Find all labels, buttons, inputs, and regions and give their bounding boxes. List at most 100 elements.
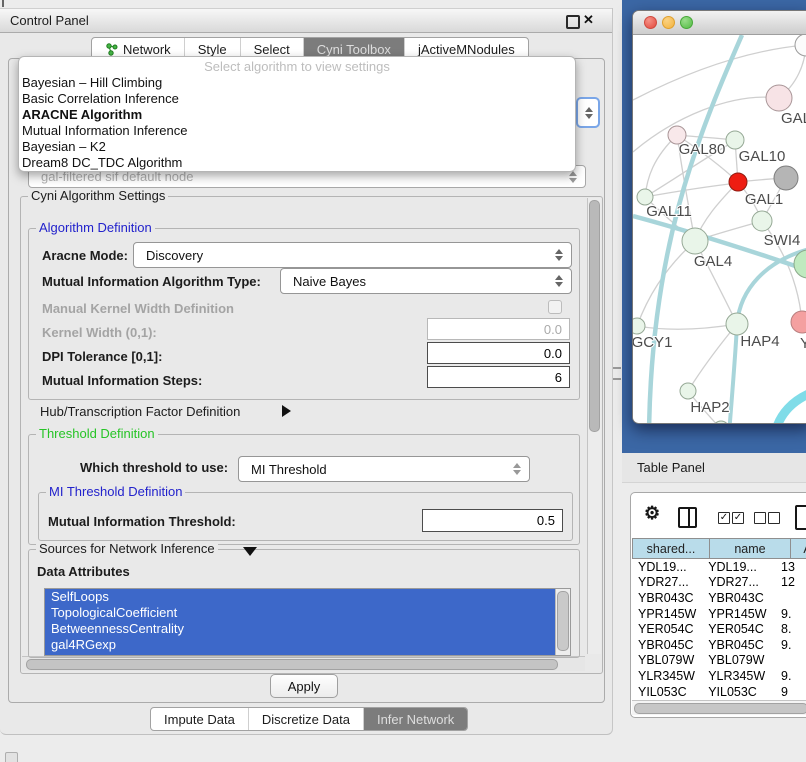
algorithm-popup-item[interactable]: Mutual Information Inference	[19, 123, 575, 139]
settings-hscrollbar-thumb[interactable]	[26, 659, 558, 670]
table-column-header[interactable]: A	[791, 538, 806, 559]
combo-arrows-icon	[513, 457, 521, 481]
network-node-y[interactable]	[791, 311, 806, 333]
table-header-row: shared...nameA	[632, 538, 806, 559]
table-row[interactable]: YBR045CYBR045C9.	[632, 637, 806, 653]
network-node[interactable]	[729, 173, 747, 191]
minimized-panel-button[interactable]	[5, 752, 18, 762]
kernel-width-field[interactable]: 0.0	[427, 318, 570, 340]
network-edge[interactable]	[645, 183, 738, 197]
table-row[interactable]: YDR27...YDR27...12	[632, 575, 806, 591]
mi-threshold-field[interactable]: 0.5	[422, 509, 563, 532]
data-attribute-item[interactable]: SelfLoops	[45, 589, 557, 605]
table-row[interactable]: YDL19...YDL19...13	[632, 559, 806, 575]
algorithm-popup-item[interactable]: Bayesian – Hill Climbing	[19, 75, 575, 91]
table-row[interactable]: YER054CYER054C8.	[632, 621, 806, 637]
document-icon[interactable]	[795, 505, 806, 530]
settings-vertical-scrollbar[interactable]	[587, 198, 601, 654]
network-canvas[interactable]: GALGAL80GAL10GAL1GAL11GAL4SWI4GCY1HAP4YH…	[633, 35, 806, 424]
mi-type-combo[interactable]: Naive Bayes	[280, 268, 572, 294]
checkbox-checked-icon[interactable]: ✓	[732, 512, 744, 524]
network-node[interactable]	[795, 35, 806, 56]
network-edge[interactable]	[688, 324, 737, 391]
algorithm-popup-items: Bayesian – Hill ClimbingBasic Correlatio…	[19, 75, 575, 171]
network-graph[interactable]: GALGAL80GAL10GAL1GAL11GAL4SWI4GCY1HAP4YH…	[633, 35, 806, 424]
close-icon[interactable]: ✕	[583, 12, 594, 28]
table-cell: 9	[775, 685, 806, 699]
data-attributes-list[interactable]: SelfLoopsTopologicalCoefficientBetweenne…	[44, 588, 571, 656]
table-horizontal-scrollbar[interactable]	[632, 700, 806, 715]
bottom-tab-discretize-data[interactable]: Discretize Data	[248, 708, 363, 730]
collapse-arrow-icon[interactable]	[282, 405, 291, 417]
traffic-light-close[interactable]	[644, 16, 657, 29]
manual-kernel-checkbox[interactable]	[548, 300, 562, 314]
bottom-tab-infer-network[interactable]: Infer Network	[363, 708, 467, 730]
network-node-label: HAP4	[740, 333, 779, 350]
bottom-tab-impute-data[interactable]: Impute Data	[151, 708, 248, 730]
table-column-header[interactable]: shared...	[632, 538, 710, 559]
aracne-mode-combo[interactable]: Discovery	[133, 242, 572, 268]
table-cell: YLR345W	[702, 669, 775, 683]
network-node-hap4[interactable]	[726, 313, 748, 335]
table-row[interactable]: YPR145WYPR145W9.	[632, 606, 806, 622]
checkbox-unchecked-icon[interactable]	[768, 512, 780, 524]
gear-icon[interactable]: ⚙	[644, 503, 660, 524]
data-attribute-item[interactable]: gal4RGexp	[45, 637, 557, 653]
dpi-tolerance-value: 0.0	[544, 346, 562, 361]
aracne-mode-label: Aracne Mode:	[42, 248, 128, 263]
algorithm-popup-item[interactable]: Basic Correlation Inference	[19, 91, 575, 107]
checkbox-checked-icon[interactable]: ✓	[718, 512, 730, 524]
algorithm-popup-item[interactable]: Dream8 DC_TDC Algorithm	[19, 155, 575, 171]
hub-section-label[interactable]: Hub/Transcription Factor Definition	[40, 404, 240, 419]
traffic-light-minimize[interactable]	[662, 16, 675, 29]
mi-type-label: Mutual Information Algorithm Type:	[42, 274, 261, 289]
table-cell: YBR043C	[702, 591, 775, 605]
table-row[interactable]: YIL053CYIL053C9	[632, 684, 806, 700]
algorithm-popup-item[interactable]: ARACNE Algorithm	[19, 107, 575, 123]
split-pane-icon[interactable]	[678, 507, 697, 528]
data-attribute-item[interactable]: BetweennessCentrality	[45, 621, 557, 637]
network-node-hap2[interactable]	[680, 383, 696, 399]
combo-arrows-icon	[555, 243, 563, 267]
network-node-gal10[interactable]	[726, 131, 744, 149]
mi-steps-label: Mutual Information Steps:	[42, 373, 202, 388]
mi-type-value: Naive Bayes	[293, 269, 366, 293]
dpi-tolerance-field[interactable]: 0.0	[427, 342, 570, 364]
panel-divider-grip[interactable]	[613, 367, 621, 380]
table-cell: YER054C	[632, 622, 702, 636]
settings-vscrollbar-thumb[interactable]	[589, 200, 600, 432]
table-cell: YBL079W	[632, 653, 702, 667]
float-icon[interactable]	[566, 15, 580, 29]
table-row[interactable]: YBR043CYBR043C	[632, 590, 806, 606]
table-cell: YDL19...	[702, 560, 775, 574]
table-hscrollbar-thumb[interactable]	[634, 703, 806, 714]
which-threshold-combo[interactable]: MI Threshold	[238, 456, 530, 482]
table-column-header[interactable]: name	[710, 538, 791, 559]
attributes-scrollbar-thumb[interactable]	[557, 591, 569, 651]
checkbox-unchecked-icon[interactable]	[754, 512, 766, 524]
network-node-gal1[interactable]	[752, 211, 772, 231]
network-node[interactable]	[774, 166, 798, 190]
network-edge[interactable]	[637, 324, 737, 329]
data-attributes-label: Data Attributes	[37, 564, 130, 579]
network-edge[interactable]	[775, 392, 806, 424]
expand-arrow-icon[interactable]	[243, 547, 257, 556]
sources-group-title[interactable]: Sources for Network Inference	[36, 542, 218, 556]
algorithm-popup-item[interactable]: Bayesian – K2	[19, 139, 575, 155]
table-row[interactable]: YLR345WYLR345W9.	[632, 668, 806, 684]
mi-steps-field[interactable]: 6	[427, 366, 570, 388]
table-row[interactable]: YBL079WYBL079W	[632, 653, 806, 669]
apply-button[interactable]: Apply	[270, 674, 338, 698]
settings-horizontal-scrollbar[interactable]	[22, 656, 585, 671]
network-window-titlebar[interactable]	[633, 11, 806, 35]
network-node-gal[interactable]	[766, 85, 792, 111]
traffic-light-zoom[interactable]	[680, 16, 693, 29]
data-attribute-item[interactable]: TopologicalCoefficient	[45, 605, 557, 621]
cyni-settings-group-title: Cyni Algorithm Settings	[28, 189, 168, 203]
network-node-gcy1[interactable]	[633, 318, 645, 334]
algorithm-popup: Select algorithm to view settings Bayesi…	[18, 56, 576, 172]
inference-algorithm-combo-fragment[interactable]	[576, 97, 600, 128]
network-node-gal4[interactable]	[682, 228, 708, 254]
attributes-list-scrollbar[interactable]	[555, 589, 570, 655]
table-cell: 9.	[775, 669, 806, 683]
